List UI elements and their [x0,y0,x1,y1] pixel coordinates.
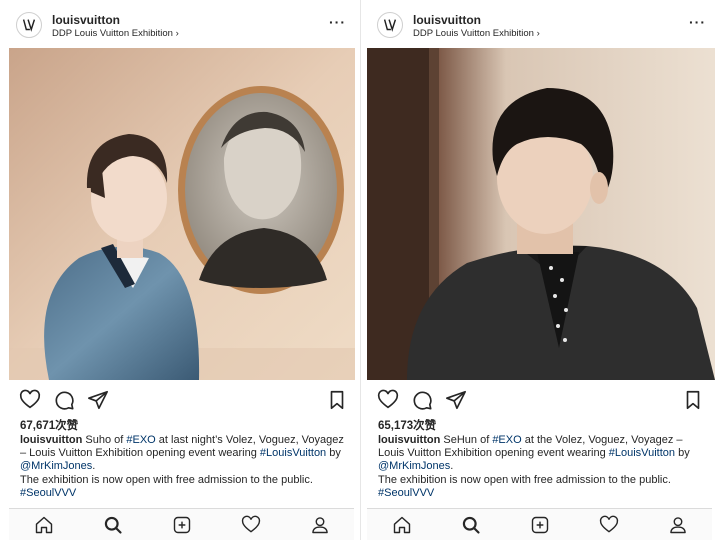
more-options-icon[interactable]: ··· [329,14,346,30]
caption-text: by [675,447,690,460]
bottom-tab-bar [9,508,354,540]
avatar[interactable] [377,12,403,38]
post-actions [361,388,720,412]
caption-text: SeHun of [440,434,493,446]
caption-text: by [326,447,341,460]
comment-bubble-icon[interactable] [410,388,434,412]
share-plane-icon[interactable] [444,388,468,412]
post-photo[interactable] [367,48,715,380]
add-post-icon[interactable] [529,514,551,536]
caption-text: The exhibition is now open with free adm… [378,473,671,486]
activity-heart-icon[interactable] [240,514,262,536]
search-icon[interactable] [102,514,124,536]
profile-icon[interactable] [309,514,331,536]
activity-heart-icon[interactable] [598,514,620,536]
hashtag-exo[interactable]: #EXO [126,434,155,446]
hashtag-louisvuitton[interactable]: #LouisVuitton [609,447,675,459]
lv-logo-icon [383,19,397,32]
bookmark-icon[interactable] [681,388,705,412]
photo-suho-portrait [9,48,355,380]
location-link[interactable]: DDP Louis Vuitton Exhibition › [413,28,540,39]
lv-logo-icon [22,19,36,32]
caption-text: Suho of [82,434,127,446]
share-plane-icon[interactable] [86,388,110,412]
bookmark-icon[interactable] [325,388,349,412]
bottom-tab-bar [367,508,712,540]
photo-sehun-portrait [367,48,715,380]
username[interactable]: louisvuitton [52,13,120,27]
post-caption: louisvuitton SeHun of #EXO at the Volez,… [378,434,710,500]
comment-bubble-icon[interactable] [52,388,76,412]
post-caption: louisvuitton Suho of #EXO at last night’… [20,434,350,500]
like-count[interactable]: 67,671次赞 [20,417,78,433]
like-count[interactable]: 65,173次赞 [378,417,436,433]
caption-text: . [450,460,454,473]
avatar[interactable] [16,12,42,38]
caption-username[interactable]: louisvuitton [378,434,440,446]
search-icon[interactable] [460,514,482,536]
profile-icon[interactable] [667,514,689,536]
post-header: louisvuitton DDP Louis Vuitton Exhibitio… [361,0,720,46]
mention-mrkimjones[interactable]: @MrKimJones [20,460,92,472]
home-icon[interactable] [33,514,55,536]
caption-username[interactable]: louisvuitton [20,434,82,446]
post-header: louisvuitton DDP Louis Vuitton Exhibitio… [0,0,360,46]
like-heart-icon[interactable] [18,388,42,412]
add-post-icon[interactable] [171,514,193,536]
hashtag-seoulvvv[interactable]: #SeoulVVV [378,487,434,499]
hashtag-exo[interactable]: #EXO [492,434,521,446]
username[interactable]: louisvuitton [413,13,481,27]
post-panel-left: louisvuitton DDP Louis Vuitton Exhibitio… [0,0,360,540]
home-icon[interactable] [391,514,413,536]
hashtag-seoulvvv[interactable]: #SeoulVVV [20,487,76,499]
like-heart-icon[interactable] [376,388,400,412]
location-link[interactable]: DDP Louis Vuitton Exhibition › [52,28,179,39]
caption-text: The exhibition is now open with free adm… [20,473,313,486]
more-options-icon[interactable]: ··· [689,14,706,30]
post-photo[interactable] [9,48,355,380]
post-actions [0,388,360,412]
post-panel-right: louisvuitton DDP Louis Vuitton Exhibitio… [360,0,720,540]
mention-mrkimjones[interactable]: @MrKimJones [378,460,450,472]
caption-text: . [92,460,96,473]
hashtag-louisvuitton[interactable]: #LouisVuitton [260,447,326,459]
